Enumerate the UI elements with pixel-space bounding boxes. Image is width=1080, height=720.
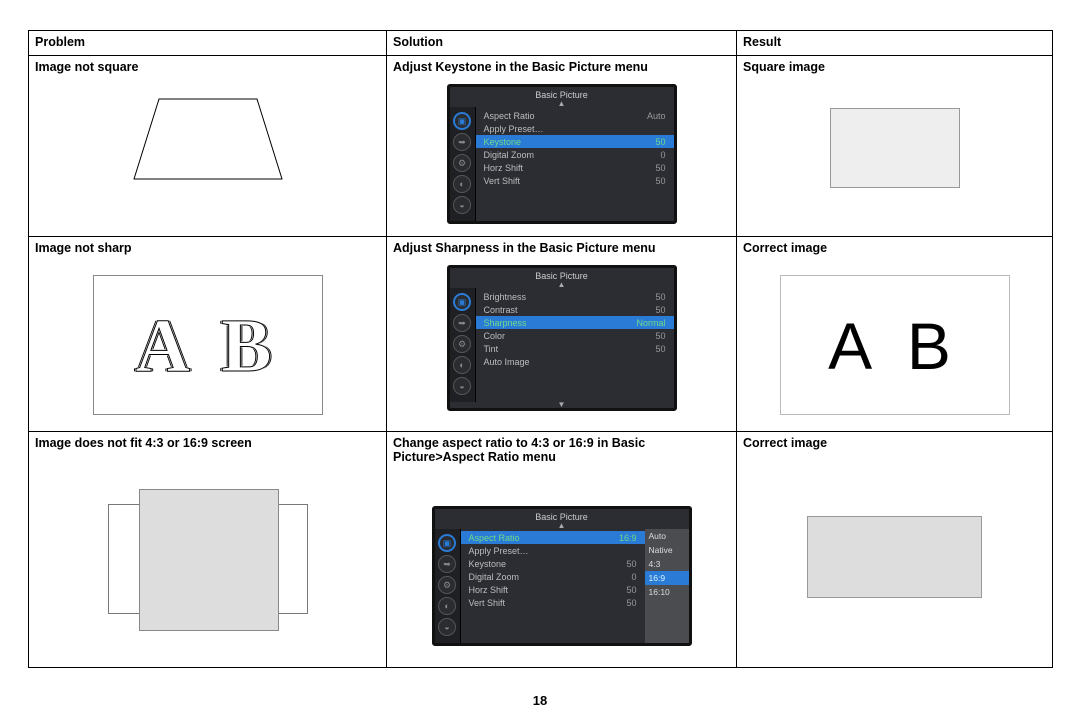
square-image-illustration: [830, 108, 960, 188]
aspect-option[interactable]: Auto: [645, 529, 689, 543]
tab-icon-5[interactable]: ◒: [453, 196, 471, 214]
trapezoid-illustration: [35, 80, 380, 199]
tab-icon-picture[interactable]: ▣: [438, 534, 456, 552]
header-problem: Problem: [29, 31, 387, 56]
aspect-submenu[interactable]: AutoNative4:316:916:10: [645, 529, 689, 643]
osd-menu-item[interactable]: Apply Preset…: [476, 122, 674, 135]
aspect-option[interactable]: 16:10: [645, 585, 689, 599]
result-label-3: Correct image: [743, 436, 1046, 450]
blurry-ab-illustration: A B: [93, 275, 323, 415]
osd-menu-item[interactable]: Vert Shift50: [476, 174, 674, 187]
aspect-option[interactable]: 4:3: [645, 557, 689, 571]
osd-menu-item[interactable]: Vert Shift50: [461, 596, 645, 609]
osd-menu-item[interactable]: Digital Zoom0: [476, 148, 674, 161]
tab-icon-3[interactable]: ⚙: [453, 154, 471, 172]
tab-icon-picture[interactable]: ▣: [453, 293, 471, 311]
osd-menu-item[interactable]: SharpnessNormal: [476, 316, 674, 329]
osd-menu-item[interactable]: Horz Shift50: [476, 161, 674, 174]
osd-menu-sharpness: Basic Picture ▲ ▣ ➥ ⚙ ◐ ◒ Brightness50Co…: [447, 265, 677, 411]
tab-icon-4[interactable]: ◐: [453, 175, 471, 193]
aspect-option[interactable]: 16:9: [645, 571, 689, 585]
solution-label-3: Change aspect ratio to 4:3 or 16:9 in Ba…: [393, 436, 730, 464]
page-number: 18: [0, 693, 1080, 708]
tab-icon-5[interactable]: ◒: [453, 377, 471, 395]
tab-icon-4[interactable]: ◐: [453, 356, 471, 374]
troubleshoot-table: Problem Solution Result Image not square…: [28, 30, 1053, 668]
solution-label-1: Adjust Keystone in the Basic Picture men…: [393, 60, 730, 74]
osd-menu-item[interactable]: Horz Shift50: [461, 583, 645, 596]
problem-label-2: Image not sharp: [35, 241, 380, 255]
header-result: Result: [737, 31, 1053, 56]
sharp-ab-illustration: A B: [780, 275, 1010, 415]
osd-menu-item[interactable]: Aspect Ratio16:9: [461, 531, 645, 544]
osd-menu-item[interactable]: Contrast50: [476, 303, 674, 316]
solution-label-2: Adjust Sharpness in the Basic Picture me…: [393, 241, 730, 255]
problem-label-3: Image does not fit 4:3 or 16:9 screen: [35, 436, 380, 450]
aspect-option[interactable]: Native: [645, 543, 689, 557]
osd-menu-item[interactable]: Aspect RatioAuto: [476, 109, 674, 122]
osd-menu-item[interactable]: Keystone50: [476, 135, 674, 148]
osd-menu-keystone: Basic Picture ▲ ▣ ➥ ⚙ ◐ ◒ Aspect RatioAu…: [447, 84, 677, 224]
osd-menu-item[interactable]: Auto Image: [476, 355, 674, 368]
osd-menu-item[interactable]: Keystone50: [461, 557, 645, 570]
tab-icon-5[interactable]: ◒: [438, 618, 456, 636]
tab-icon-3[interactable]: ⚙: [453, 335, 471, 353]
tab-icon-picture[interactable]: ▣: [453, 112, 471, 130]
osd-menu-item[interactable]: Tint50: [476, 342, 674, 355]
osd-menu-item[interactable]: Brightness50: [476, 290, 674, 303]
osd-menu-item[interactable]: Digital Zoom0: [461, 570, 645, 583]
tab-icon-2[interactable]: ➥: [438, 555, 456, 573]
result-label-2: Correct image: [743, 241, 1046, 255]
header-solution: Solution: [387, 31, 737, 56]
down-arrow-icon: ▼: [450, 402, 674, 408]
tab-icon-2[interactable]: ➥: [453, 314, 471, 332]
osd-menu-item[interactable]: Apply Preset…: [461, 544, 645, 557]
aspect-correct-illustration: [807, 516, 982, 598]
tab-icon-3[interactable]: ⚙: [438, 576, 456, 594]
osd-menu-aspect: Basic Picture ▲ ▣ ➥ ⚙ ◐ ◒ Aspect Ratio16…: [432, 506, 692, 646]
tab-icon-4[interactable]: ◐: [438, 597, 456, 615]
result-label-1: Square image: [743, 60, 1046, 74]
tab-icon-2[interactable]: ➥: [453, 133, 471, 151]
osd-menu-item[interactable]: Color50: [476, 329, 674, 342]
problem-label-1: Image not square: [35, 60, 380, 74]
aspect-mismatch-illustration: [108, 504, 308, 614]
